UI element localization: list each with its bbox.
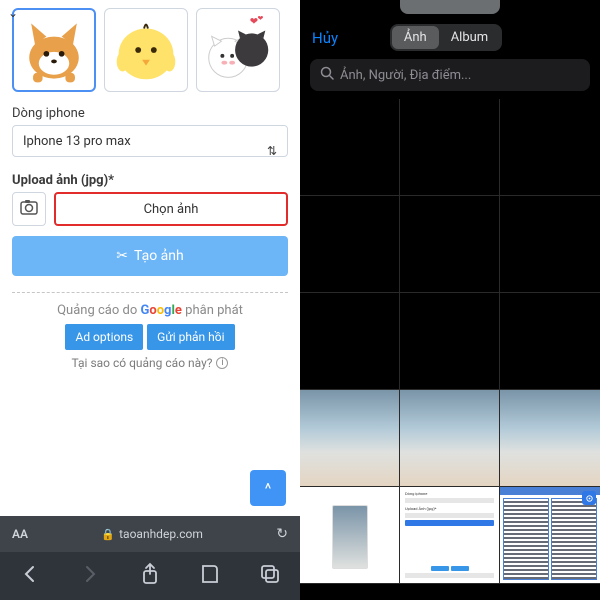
live-photo-icon (582, 491, 596, 505)
tab-albums[interactable]: Album (439, 26, 501, 49)
choose-image-label: Chọn ảnh (144, 202, 199, 217)
chevron-down-icon[interactable]: ⌄ (8, 6, 18, 20)
ad-feedback-button[interactable]: Gửi phản hồi (147, 324, 234, 350)
upload-row: Chọn ảnh (0, 192, 300, 236)
forward-button (78, 562, 102, 591)
sticker-row: ❤ ❤ (0, 8, 300, 100)
select-updown-icon: ⇅ (267, 135, 277, 167)
photo-thumbnail[interactable] (500, 390, 600, 487)
photo-thumbnail[interactable] (300, 293, 400, 390)
google-logo-text: Google (140, 303, 181, 318)
ad-area: Quảng cáo do Google phân phát Ad options… (0, 293, 300, 381)
camera-icon (20, 199, 38, 219)
segment-control[interactable]: Ảnh Album (390, 24, 502, 51)
web-form-pane: ⌄ (0, 0, 300, 600)
search-icon (320, 66, 334, 84)
photo-thumbnail[interactable] (400, 390, 500, 487)
photo-thumbnail[interactable] (500, 99, 600, 196)
tab-photos[interactable]: Ảnh (392, 26, 439, 49)
photo-thumbnail[interactable] (300, 99, 400, 196)
search-placeholder: Ảnh, Người, Địa điểm... (340, 68, 471, 83)
photo-thumbnail[interactable] (400, 99, 500, 196)
photo-thumbnail[interactable]: Dòng iphone Upload Ảnh (jpg)* (400, 487, 500, 584)
why-ad-link[interactable]: Tại sao có quảng cáo này? i (72, 356, 229, 370)
url-display[interactable]: 🔒 taoanhdep.com (36, 527, 268, 541)
safari-address-bar[interactable]: AA 🔒 taoanhdep.com ↻ (0, 516, 300, 552)
photo-thumbnail[interactable] (300, 196, 400, 293)
photo-thumbnail[interactable] (500, 196, 600, 293)
cancel-button[interactable]: Hủy (312, 29, 338, 47)
picker-header: Hủy Ảnh Album (300, 14, 600, 59)
phone-model-value: Iphone 13 pro max (23, 134, 131, 149)
scroll-top-button[interactable]: ^ (250, 470, 286, 506)
camera-button[interactable] (12, 192, 46, 226)
url-text: taoanhdep.com (119, 527, 203, 541)
tabs-button[interactable] (258, 562, 282, 591)
search-input[interactable]: Ảnh, Người, Địa điểm... (310, 59, 590, 91)
share-button[interactable] (138, 562, 162, 591)
choose-image-button[interactable]: Chọn ảnh (54, 192, 288, 226)
photo-thumbnail[interactable] (500, 293, 600, 390)
ad-attribution: Quảng cáo do Google phân phát (12, 303, 288, 318)
safari-toolbar (0, 552, 300, 600)
upload-label: Upload ảnh (jpg)* (0, 167, 300, 192)
text-size-button[interactable]: AA (12, 527, 28, 541)
scissors-icon: ✂ (116, 248, 128, 264)
photo-thumbnail[interactable] (400, 293, 500, 390)
create-label: Tạo ảnh (134, 248, 184, 264)
phone-model-select[interactable]: Iphone 13 pro max ⇅ (12, 125, 288, 157)
photo-grid: Dòng iphone Upload Ảnh (jpg)* (300, 99, 600, 584)
photo-picker-pane: Hủy Ảnh Album Ảnh, Người, Địa điểm... (300, 0, 600, 600)
sticker-shiba[interactable] (12, 8, 96, 92)
phone-model-label: Dòng iphone (0, 100, 300, 125)
photo-thumbnail[interactable] (300, 390, 400, 487)
create-button[interactable]: ✂ Tạo ảnh (12, 236, 288, 276)
chevron-up-icon: ^ (265, 479, 272, 498)
sticker-cats[interactable]: ❤ ❤ (196, 8, 280, 92)
notch (400, 0, 500, 14)
sticker-chick[interactable] (104, 8, 188, 92)
refresh-icon[interactable]: ↻ (276, 526, 288, 542)
info-icon: i (216, 357, 228, 369)
bookmarks-button[interactable] (198, 562, 222, 591)
photo-thumbnail[interactable] (500, 487, 600, 584)
svg-text:❤: ❤ (258, 15, 264, 23)
ad-options-button[interactable]: Ad options (65, 324, 143, 350)
lock-icon: 🔒 (101, 528, 115, 541)
back-button[interactable] (18, 562, 42, 591)
photo-thumbnail[interactable] (300, 487, 400, 584)
photo-thumbnail[interactable] (400, 196, 500, 293)
